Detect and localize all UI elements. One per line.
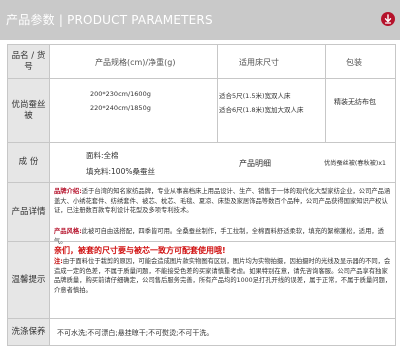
bed-size-value: 适合5尺(1.5米)宽双人床 — [219, 92, 291, 100]
product-style: 产品风格:此被可自由选搭配，四季皆可用。全桑蚕丝制作，手工拉制，全棉面料舒适柔软… — [54, 227, 392, 246]
color-difference-note: 注:由于面料位于栽剪的原因，可能会造成图片款实物图有区别，图片均为实物拍摄，因拍… — [54, 257, 392, 295]
label-notice: 温馨提示 — [8, 242, 49, 318]
label-care: 洗涤保养 — [8, 319, 49, 345]
column-header-spec: 产品规格(cm)/净重(g) — [95, 58, 176, 67]
fabric-value: 面料:全棉 — [86, 151, 119, 160]
product-style-label: 产品风格: — [54, 228, 82, 235]
section-header: 产品参数 | PRODUCT PARAMETERS — [0, 0, 400, 40]
label-product: 优尚蚕丝被 — [8, 79, 49, 142]
download-arrow-icon[interactable] — [381, 12, 395, 26]
care-instructions: 不可水洗;不可漂白;悬挂晾干;不可熨烫;不可干洗。 — [57, 329, 214, 337]
product-parameter-table: 品名 / 货号 优尚蚕丝被 成 份 产品详情 温馨提示 洗涤保养 产品规格(cm… — [7, 44, 396, 346]
brand-intro-text: 适于台湾的知名家纺品牌，专业从事高档床上用品设计、生产、销售于一体的现代化大型家… — [54, 188, 391, 215]
filling-value: 填充料:100%桑蚕丝 — [86, 167, 155, 176]
column-divider — [325, 45, 326, 142]
label-header: 品名 / 货号 — [8, 45, 49, 78]
brand-intro: 品牌介绍:适于台湾的知名家纺品牌，专业从事高档床上用品设计、生产、销售于一体的现… — [54, 187, 392, 216]
package-value: 精装无纺布包 — [334, 98, 376, 106]
section-title: 产品参数 | PRODUCT PARAMETERS — [6, 13, 213, 27]
product-style-text: 此被可自由选搭配，四季皆可用。全桑蚕丝制作，手工拉制，全棉面料舒适柔软，填充的絮… — [54, 228, 384, 245]
row-divider — [8, 142, 395, 143]
spec-value: 200*230cm/1600g — [90, 90, 151, 98]
column-header-pack: 包装 — [346, 58, 362, 67]
label-material: 成 份 — [8, 143, 49, 182]
brand-intro-label: 品牌介绍: — [54, 188, 82, 195]
column-header-bed: 适用床尺寸 — [239, 58, 279, 67]
bed-size-value: 适合6尺(1.8米)宽加大双人床 — [219, 106, 304, 114]
row-divider — [8, 78, 395, 79]
product-detail-label: 产品明细 — [239, 159, 271, 168]
row-divider — [8, 318, 395, 319]
row-divider — [8, 182, 395, 183]
note-label: 注: — [54, 258, 63, 265]
label-details: 产品详情 — [8, 183, 49, 241]
spec-value: 220*240cm/1850g — [90, 104, 151, 112]
column-divider — [217, 45, 218, 142]
column-divider — [49, 45, 50, 345]
size-match-notice: 亲们，被套的尺寸要与被芯一致方可配套使用哦! — [54, 246, 226, 255]
product-detail-value: 优尚蚕丝被(春秋被)x1 — [324, 160, 386, 167]
